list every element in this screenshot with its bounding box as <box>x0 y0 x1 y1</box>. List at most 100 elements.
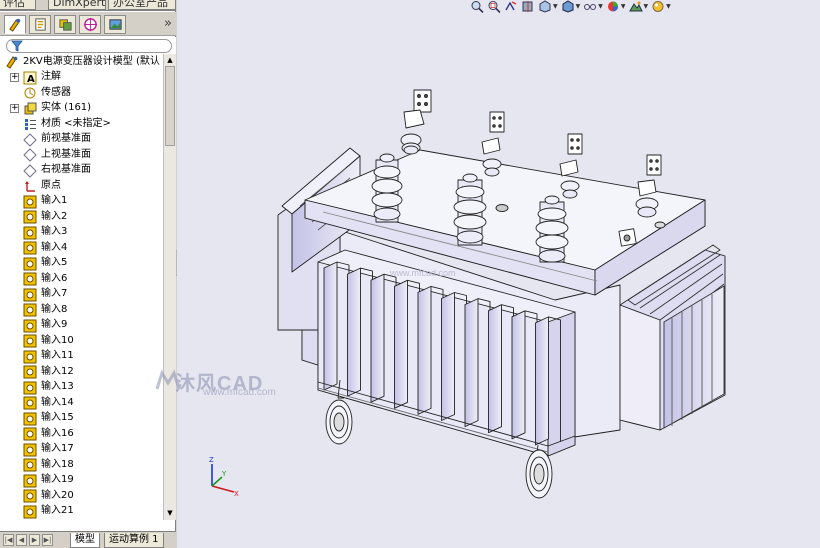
tree-item-label: 输入7 <box>41 288 68 300</box>
tree-item[interactable]: 输入10 <box>0 333 163 349</box>
scroll-up-arrow-icon[interactable]: ▲ <box>165 55 175 66</box>
tree-item[interactable]: 输入14 <box>0 395 163 411</box>
triad-z-label: Z <box>209 456 214 464</box>
tree-item-label: 输入19 <box>41 474 74 486</box>
radiator-fin <box>535 316 549 446</box>
tree-item-label: 输入11 <box>41 350 74 362</box>
tree-item[interactable]: 输入12 <box>0 364 163 380</box>
lv-bushing-1 <box>400 89 432 155</box>
radiator-fin <box>488 304 502 434</box>
svg-text:A: A <box>27 74 35 85</box>
plane-icon <box>23 148 37 162</box>
tree-item[interactable]: 输入1 <box>0 194 163 210</box>
property-manager-tab[interactable] <box>29 15 51 34</box>
manager-tab-bar: » <box>0 12 176 36</box>
scroll-down-arrow-icon[interactable]: ▼ <box>165 508 175 519</box>
feature-tree: 2KV电源变压器设计模型 (默认 + A 注解传感器 + 实体 (161) 材质 <未指定… <box>0 54 163 520</box>
tree-item[interactable]: 输入2 <box>0 209 163 225</box>
radiator-fin <box>394 279 408 409</box>
tree-item-label: 上视基准面 <box>41 148 91 160</box>
watermark-url: www.mfcad.com <box>203 387 276 398</box>
tree-item[interactable]: 输入20 <box>0 488 163 504</box>
tree-item-label: 传感器 <box>41 86 71 98</box>
tree-item-label: 注解 <box>41 71 61 83</box>
tree-scrollbar[interactable]: ▲ ▼ <box>163 54 176 520</box>
tree-item[interactable]: 输入3 <box>0 225 163 241</box>
tree-item[interactable]: 输入8 <box>0 302 163 318</box>
tab-motion-study[interactable]: 运动算例 1 <box>104 533 164 548</box>
plane-icon <box>23 163 37 178</box>
tree-item[interactable]: + 实体 (161) <box>0 101 163 117</box>
tab-evaluate[interactable]: 评估 <box>0 0 36 10</box>
imported-body-icon <box>23 303 37 317</box>
filter-input[interactable] <box>6 39 172 53</box>
solid-bodies-icon <box>24 102 37 114</box>
tree-item[interactable]: 输入11 <box>0 349 163 365</box>
tree-item[interactable]: 原点 <box>0 178 163 194</box>
imported-body-icon <box>23 241 37 255</box>
tab-model[interactable]: 模型 <box>70 533 100 548</box>
scroll-thumb[interactable] <box>165 66 175 146</box>
radiator-fin <box>511 310 526 440</box>
tree-item[interactable]: + A 注解 <box>0 70 163 86</box>
expand-plus-icon[interactable]: + <box>10 72 19 82</box>
viewport-watermark-text: www.mfcad.com <box>390 268 456 278</box>
tree-item[interactable]: 材质 <未指定> <box>0 116 163 132</box>
configuration-icon <box>58 19 72 31</box>
tree-root-item[interactable]: 2KV电源变压器设计模型 (默认 <box>0 54 163 70</box>
dimxpert-manager-tab[interactable] <box>79 15 101 34</box>
tree-item-label: 输入16 <box>41 427 74 439</box>
tree-item-label: 输入12 <box>41 365 74 377</box>
tree-item[interactable]: 输入15 <box>0 411 163 427</box>
tree-item[interactable]: 传感器 <box>0 85 163 101</box>
tree-item[interactable]: 输入7 <box>0 287 163 303</box>
imported-body-icon <box>23 474 37 487</box>
imported-body-icon <box>23 365 37 379</box>
hv-bushing-2 <box>453 173 487 246</box>
site-watermark: 沐风CAD www.mfcad.com <box>155 367 305 405</box>
tree-item[interactable]: 输入4 <box>0 240 163 256</box>
tab-dimxpert[interactable]: DimXpert <box>48 0 106 10</box>
tree-item[interactable]: 输入16 <box>0 426 163 442</box>
tree-item-label: 输入13 <box>41 381 74 393</box>
radiator-fin <box>441 292 455 421</box>
tree-item-label: 输入9 <box>41 319 68 331</box>
double-chevron-icon[interactable]: » <box>164 16 172 31</box>
radiator-fin <box>347 267 361 397</box>
first-tab-arrow-icon[interactable]: |◀ <box>3 534 14 546</box>
part-icon <box>6 56 18 69</box>
expand-plus-icon[interactable]: + <box>10 103 19 113</box>
tree-item[interactable]: 输入13 <box>0 380 163 396</box>
triad-y-label: Y <box>221 470 227 478</box>
tree-item-label: 输入14 <box>41 396 74 408</box>
radiator-fins <box>323 261 561 446</box>
tree-item[interactable]: 输入18 <box>0 457 163 473</box>
tree-item-label: 实体 (161) <box>41 102 92 114</box>
annotation-icon: A <box>23 71 37 85</box>
tree-item[interactable]: 输入21 <box>0 504 163 520</box>
feature-tree-icon <box>8 18 20 32</box>
tree-item[interactable]: 右视基准面 <box>0 163 163 179</box>
tree-item-label: 输入2 <box>41 210 68 222</box>
configuration-manager-tab[interactable] <box>54 15 76 34</box>
prev-tab-arrow-icon[interactable]: ◀ <box>16 534 27 546</box>
imported-body-icon <box>23 257 37 270</box>
tree-item[interactable]: 前视基准面 <box>0 132 163 148</box>
filter-icon <box>11 40 23 52</box>
tree-item[interactable]: 上视基准面 <box>0 147 163 163</box>
imported-body-icon <box>23 210 37 224</box>
material-icon <box>25 119 36 130</box>
tree-item[interactable]: 输入17 <box>0 442 163 458</box>
imported-body-icon <box>23 505 37 518</box>
tree-item[interactable]: 输入5 <box>0 256 163 272</box>
imported-body-icon <box>23 489 37 503</box>
next-tab-arrow-icon[interactable]: ▶ <box>29 534 40 546</box>
last-tab-arrow-icon[interactable]: ▶| <box>42 534 53 546</box>
feature-manager-tab[interactable] <box>4 15 26 34</box>
tree-item[interactable]: 输入19 <box>0 473 163 489</box>
tab-office-products[interactable]: 办公室产品 <box>108 0 176 10</box>
display-manager-tab[interactable] <box>104 15 126 34</box>
tree-item[interactable]: 输入6 <box>0 271 163 287</box>
tree-item[interactable]: 输入9 <box>0 318 163 334</box>
feature-manager-panel: 评估 DimXpert 办公室产品 » 2KV电源变压器设计模型 (默认 + A 注… <box>0 0 176 548</box>
